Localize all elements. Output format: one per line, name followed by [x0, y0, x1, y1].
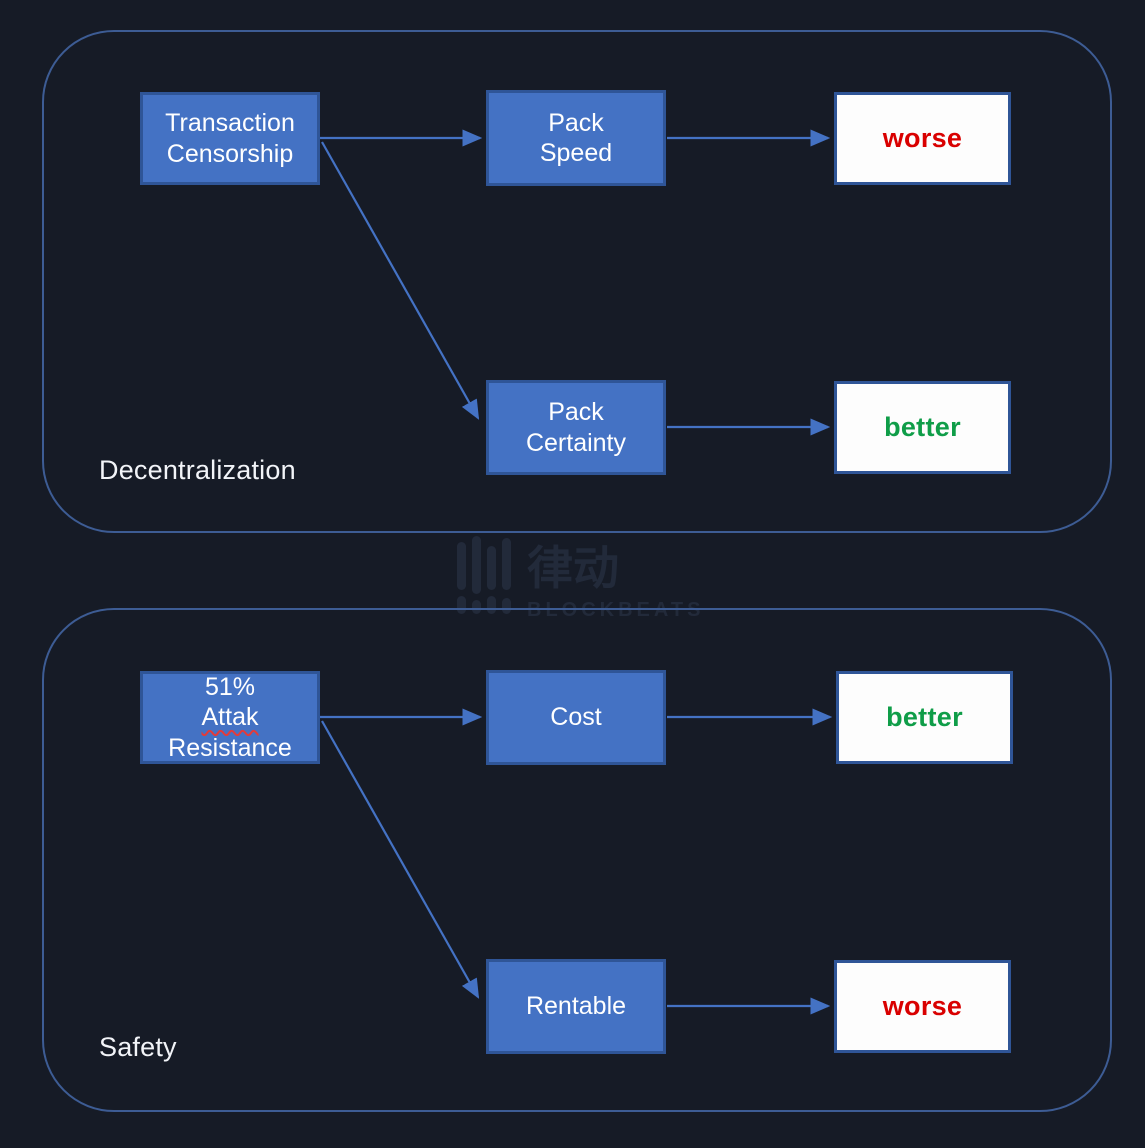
outcome-verdict: better — [884, 412, 961, 443]
watermark-brand-cn: 律动 — [527, 542, 619, 594]
node-line-1: Cost — [550, 703, 602, 732]
node-cost[interactable]: Cost — [486, 670, 666, 765]
node-rentable[interactable]: Rentable — [486, 959, 666, 1054]
node-outcome-rentable[interactable]: worse — [834, 960, 1011, 1053]
node-line-1: 51% Attak — [168, 672, 292, 733]
outcome-verdict: worse — [882, 123, 963, 154]
attack-prefix: 51% — [204, 672, 256, 701]
misspelled-word: Attak — [201, 703, 259, 732]
node-attack-resistance[interactable]: 51% Attak Resistance — [140, 671, 320, 764]
node-line-1: Pack — [548, 108, 604, 137]
node-line-2: Resistance — [168, 733, 292, 762]
node-line-1: Pack — [548, 398, 604, 426]
diagram-canvas: 律动 BLOCKBEATS Decentralization Transacti… — [0, 0, 1145, 1148]
group-label-decentralization: Decentralization — [99, 455, 296, 485]
node-transaction-censorship[interactable]: Transaction Censorship — [140, 92, 320, 185]
node-pack-certainty[interactable]: Pack Certainty — [486, 380, 666, 475]
node-line-1: Transaction — [165, 109, 295, 137]
node-line-2: Censorship — [166, 139, 294, 168]
outcome-verdict: better — [886, 702, 963, 733]
node-line-2: Speed — [539, 139, 613, 167]
node-outcome-pack-certainty[interactable]: better — [834, 381, 1011, 474]
node-outcome-cost[interactable]: better — [836, 671, 1013, 764]
outcome-verdict: worse — [882, 991, 963, 1022]
node-line-1: Rentable — [525, 992, 627, 1021]
node-line-2: Certainty — [525, 428, 627, 457]
node-outcome-pack-speed[interactable]: worse — [834, 92, 1011, 185]
group-label-safety: Safety — [99, 1032, 177, 1062]
node-pack-speed[interactable]: Pack Speed — [486, 90, 666, 186]
